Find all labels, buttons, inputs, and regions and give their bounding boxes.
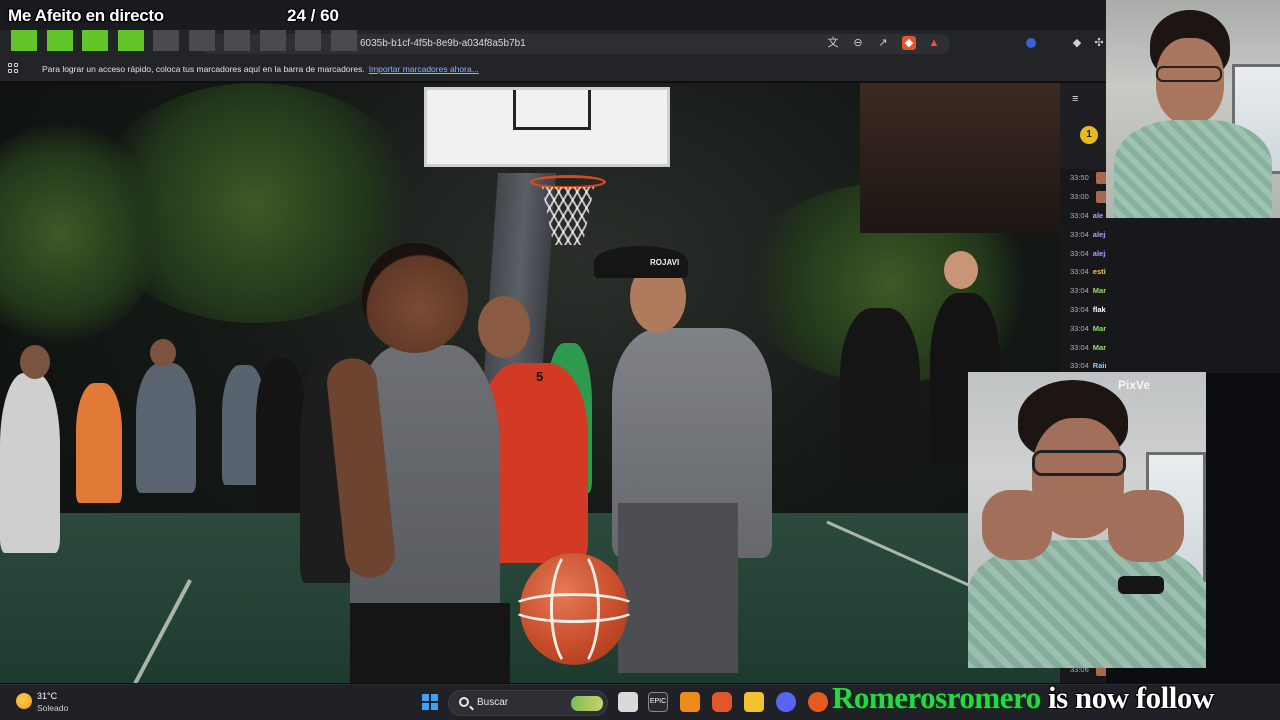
player-cap: ROJAVI xyxy=(594,246,688,278)
progress-segment xyxy=(259,30,286,51)
brave-shield-icon[interactable]: ◆ xyxy=(902,36,916,50)
progress-segment xyxy=(153,30,179,51)
stream-goal-count: 24 / 60 xyxy=(287,6,339,25)
file-explorer-icon[interactable] xyxy=(618,692,638,712)
bookmarks-hint: Para lograr un acceso rápido, coloca tus… xyxy=(42,64,479,74)
progress-segment xyxy=(224,30,250,51)
glasses xyxy=(1156,66,1222,82)
player-head xyxy=(478,296,530,358)
progress-segment xyxy=(46,30,73,51)
extension-icon[interactable] xyxy=(1026,38,1036,48)
spectator xyxy=(76,383,122,503)
discord-icon[interactable] xyxy=(776,692,796,712)
basketball xyxy=(510,547,638,671)
progress-segment xyxy=(188,30,215,51)
search-placeholder: Buscar xyxy=(477,697,509,708)
shirt xyxy=(1114,120,1272,218)
weather-sun-icon[interactable] xyxy=(16,693,32,709)
puzzle-icon[interactable]: ✣ xyxy=(1092,36,1106,50)
player-shorts xyxy=(350,603,510,683)
glasses xyxy=(1032,450,1126,476)
right-hand xyxy=(1108,490,1184,562)
chat-timestamp: 33:04 xyxy=(1070,342,1089,352)
progress-segment xyxy=(82,30,108,51)
chat-timestamp: 33:00 xyxy=(1070,191,1089,201)
court-line xyxy=(826,520,974,589)
stream-goal-title: Me Afeito en directo xyxy=(8,6,164,25)
spectator xyxy=(136,363,196,493)
video-player[interactable]: 5 ROJAVI xyxy=(0,83,1060,683)
taskbar-search[interactable]: Buscar xyxy=(448,690,608,716)
spectator xyxy=(256,359,306,509)
building xyxy=(860,83,1060,233)
follow-message: is now follow xyxy=(1047,680,1214,715)
search-icon xyxy=(459,697,469,707)
brave-rewards-icon[interactable]: ▲ xyxy=(927,36,941,50)
chat-timestamp: 33:04 xyxy=(1070,210,1089,220)
bookmarks-bar: Para lograr un acceso rápido, coloca tus… xyxy=(0,58,1106,82)
translate-icon[interactable]: 文 xyxy=(826,36,840,50)
spectator xyxy=(840,308,920,478)
chat-timestamp: 33:04 xyxy=(1070,266,1089,276)
chat-badge[interactable]: 1 xyxy=(1080,126,1098,144)
obs-icon[interactable] xyxy=(808,692,828,712)
folder-icon[interactable] xyxy=(744,692,764,712)
spectator xyxy=(0,373,60,553)
epic-games-icon[interactable]: EPIC xyxy=(648,692,668,712)
progress-segment xyxy=(330,30,357,51)
spectator-head xyxy=(944,251,978,289)
import-bookmarks-link[interactable]: Importar marcadores ahora... xyxy=(369,64,479,74)
share-icon[interactable]: ↗ xyxy=(876,36,890,50)
screen: 6035b-b1cf-4f5b-8e9b-a034f8a5b7b1 文 ⊖ ↗ … xyxy=(0,0,1280,720)
wallet-icon[interactable]: ◆ xyxy=(1070,36,1084,50)
backboard xyxy=(424,87,670,167)
chat-timestamp: 33:04 xyxy=(1070,360,1089,370)
url-text[interactable]: 6035b-b1cf-4f5b-8e9b-a034f8a5b7b1 xyxy=(360,38,526,49)
spectator-head xyxy=(20,345,50,379)
apps-grid-icon[interactable] xyxy=(8,63,20,75)
chat-timestamp: 33:04 xyxy=(1070,248,1089,258)
stream-goal-progress xyxy=(11,30,361,52)
jersey-number: 5 xyxy=(536,369,544,384)
chat-timestamp: 33:04 xyxy=(1070,285,1089,295)
browser-tab-bar xyxy=(0,0,1106,30)
chat-username[interactable]: RainerIRLT22: xyxy=(1093,361,1106,370)
watermark: PixVe xyxy=(1118,378,1151,392)
webcam-bottom: PixVe xyxy=(968,372,1206,668)
basketball-rim xyxy=(530,175,606,189)
chat-timestamp: 33:04 xyxy=(1070,323,1089,333)
follow-alert: Romerosromero is now follow xyxy=(832,680,1214,716)
court-line xyxy=(132,579,192,683)
chat-timestamp: 33:04 xyxy=(1070,229,1089,239)
progress-segment xyxy=(295,30,321,51)
chat-panel-right xyxy=(1106,218,1280,373)
follower-name: Romerosromero xyxy=(832,680,1041,715)
windows-start-icon[interactable] xyxy=(422,694,438,710)
cap-text: ROJAVI xyxy=(650,258,680,267)
vlc-icon[interactable] xyxy=(680,692,700,712)
search-highlight-icon xyxy=(571,696,603,711)
spectator-head xyxy=(150,339,176,367)
weather-temperature[interactable]: 31°C xyxy=(37,691,57,701)
player-shorts xyxy=(618,503,738,673)
progress-segment xyxy=(117,30,144,51)
bookmarks-hint-text: Para lograr un acceso rápido, coloca tus… xyxy=(42,64,365,74)
webcam-top xyxy=(1106,0,1280,218)
chat-timestamp: 33:04 xyxy=(1070,304,1089,314)
player-head xyxy=(362,243,468,353)
zoom-icon[interactable]: ⊖ xyxy=(851,36,865,50)
wristwatch xyxy=(1118,576,1164,594)
brave-icon[interactable] xyxy=(712,692,732,712)
chat-timestamp: 33:50 xyxy=(1070,172,1089,182)
chat-username[interactable]: ale xyxy=(1093,211,1103,220)
left-hand xyxy=(982,490,1052,560)
weather-description[interactable]: Soleado xyxy=(37,703,68,713)
progress-segment xyxy=(11,30,37,51)
chat-menu-icon[interactable]: ≡ xyxy=(1072,93,1078,105)
